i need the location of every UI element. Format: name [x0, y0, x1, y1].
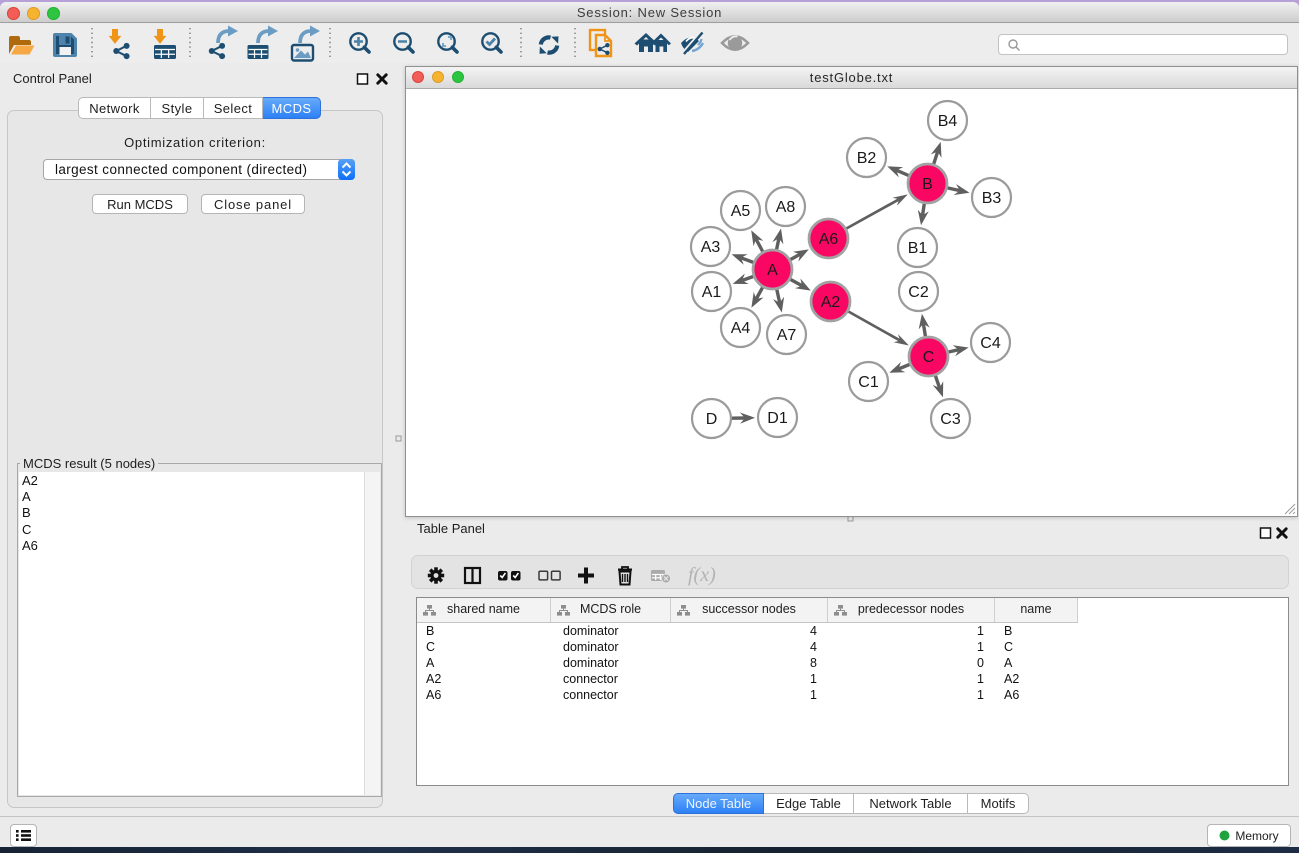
svg-text:B2: B2	[857, 150, 877, 167]
svg-text:B: B	[922, 176, 933, 193]
svg-text:A7: A7	[777, 327, 797, 344]
svg-text:A3: A3	[701, 239, 721, 256]
svg-text:D1: D1	[767, 410, 788, 427]
svg-text:A6: A6	[819, 231, 839, 248]
svg-text:C2: C2	[908, 284, 929, 301]
svg-text:A2: A2	[821, 294, 841, 311]
svg-text:D: D	[706, 411, 718, 428]
svg-text:C1: C1	[858, 374, 879, 391]
svg-text:A5: A5	[731, 203, 751, 220]
svg-text:A8: A8	[776, 199, 796, 216]
svg-text:C: C	[923, 349, 935, 366]
svg-text:B4: B4	[938, 113, 958, 130]
svg-text:C3: C3	[940, 411, 961, 428]
svg-text:B1: B1	[908, 240, 928, 257]
svg-text:A: A	[767, 262, 778, 279]
svg-text:C4: C4	[980, 335, 1001, 352]
svg-text:A1: A1	[702, 284, 722, 301]
svg-text:B3: B3	[982, 190, 1002, 207]
svg-text:A4: A4	[731, 320, 751, 337]
